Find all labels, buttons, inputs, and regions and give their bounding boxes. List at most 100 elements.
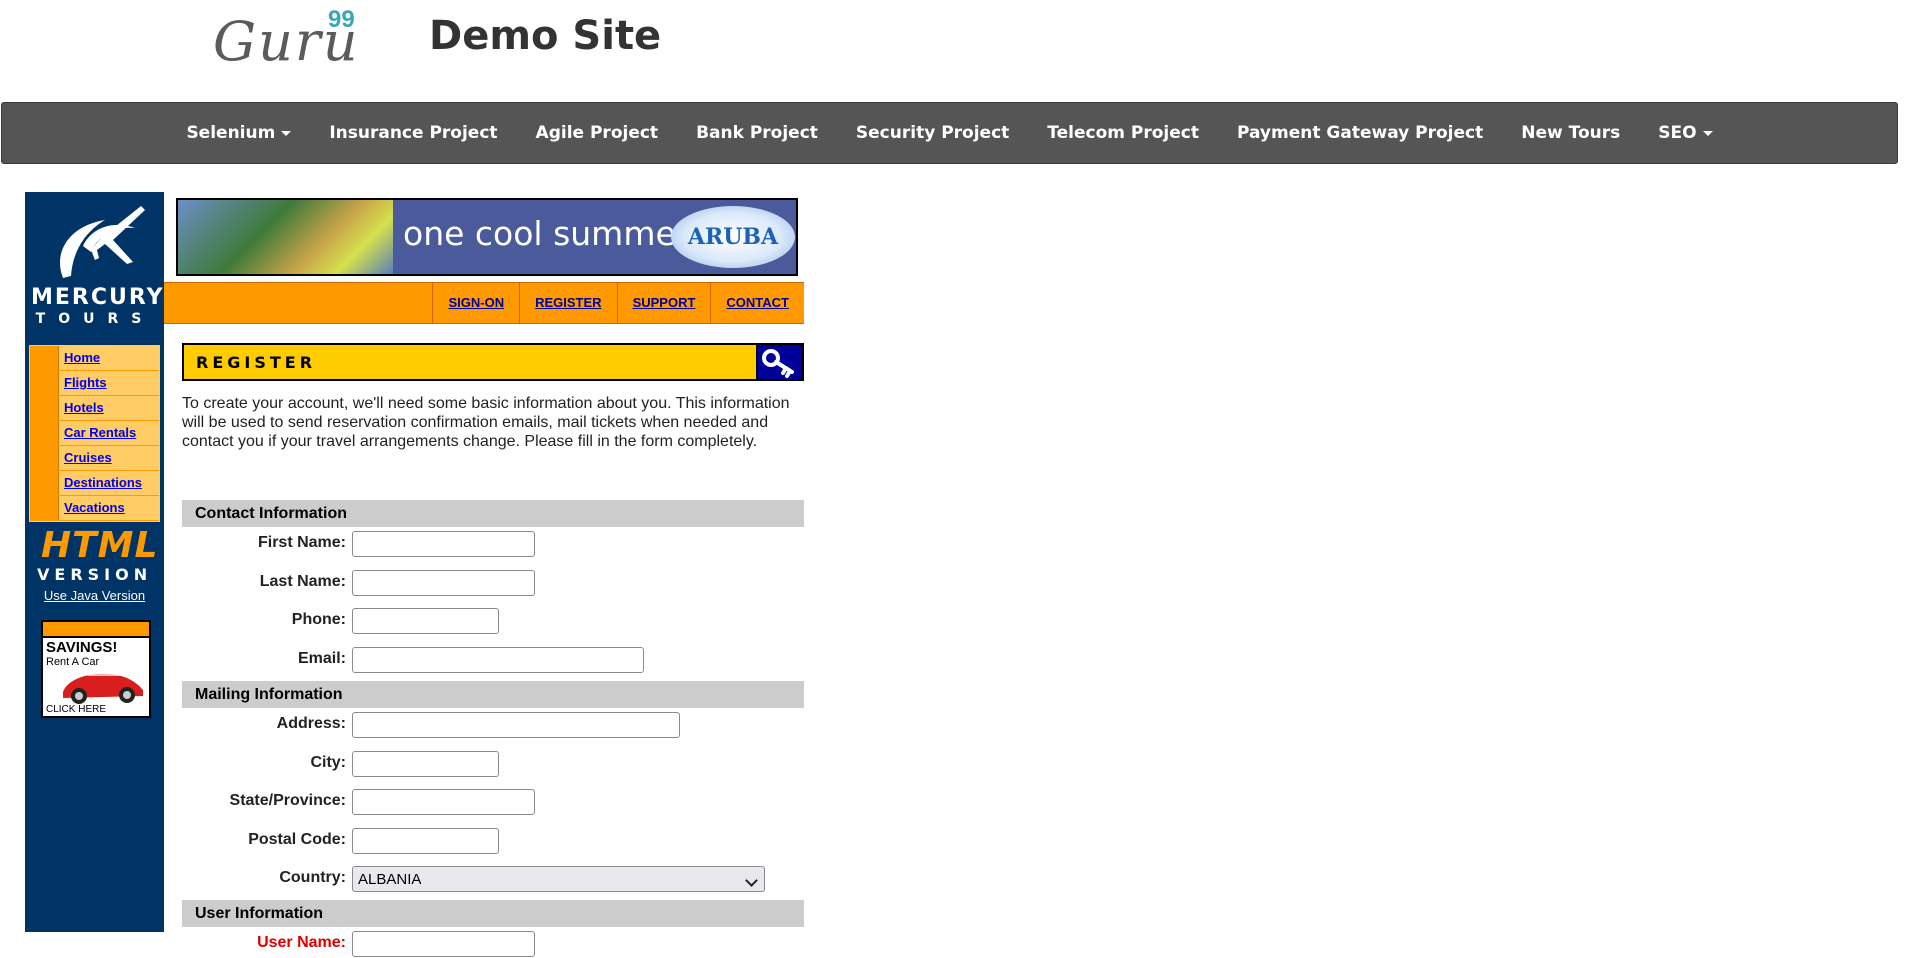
side-nav-item-home[interactable]: Home [30,346,159,371]
nav-item-seo[interactable]: SEO [1639,103,1731,163]
city-field[interactable] [352,751,499,777]
aruba-logo: ARUBA [671,206,795,268]
nav-swatch [30,471,58,495]
nav-item-bank-project[interactable]: Bank Project [677,103,837,163]
mercury-tours-frame: MERCURY TOURS Home Flights Hotels Car Re… [25,192,804,957]
nav-item-selenium[interactable]: Selenium [167,103,310,163]
nav-item-label: Insurance Project [329,123,498,143]
guru99-logo[interactable]: Guru 99 [213,6,363,72]
ad-top-bar [43,622,149,638]
phone-field[interactable] [352,608,499,634]
user-name-field[interactable] [352,931,535,957]
caret-down-icon [281,130,292,136]
logo-superscript: 99 [328,6,355,33]
nav-item-label: SEO [1658,123,1697,143]
side-nav-item-cruises[interactable]: Cruises [30,446,159,471]
city-row: City: [182,748,804,778]
mercury-sidebar: MERCURY TOURS Home Flights Hotels Car Re… [25,192,164,932]
user-name-row: User Name: [182,928,804,958]
side-nav-item-car-rentals[interactable]: Car Rentals [30,421,159,446]
side-nav-link[interactable]: Car Rentals [58,421,159,445]
section-user-information: User Information [182,900,804,927]
side-nav: Home Flights Hotels Car Rentals Cruises … [29,345,160,522]
address-label: Address: [276,715,346,732]
nav-swatch [30,346,58,370]
nav-swatch [30,496,58,520]
site-title: Demo Site [429,13,662,59]
html-version-logo: HTML VERSION [37,524,159,586]
top-nav-sign-on[interactable]: SIGN-ON [432,283,519,323]
nav-item-label: Agile Project [535,123,659,143]
nav-item-telecom-project[interactable]: Telecom Project [1028,103,1218,163]
nav-swatch [30,421,58,445]
nav-swatch [30,371,58,395]
email-field[interactable] [352,647,644,673]
banner-photo [178,200,393,274]
ad-click-here: CLICK HERE [46,704,107,715]
red-car-icon [63,671,143,704]
mercury-tours-logo[interactable]: MERCURY TOURS [31,198,165,328]
nav-item-insurance-project[interactable]: Insurance Project [310,103,516,163]
side-nav-link[interactable]: Vacations [58,496,159,520]
side-nav-link[interactable]: Flights [58,371,159,395]
first-name-row: First Name: [182,528,804,558]
html-version-line2: VERSION [37,565,153,584]
nav-item-label: Security Project [855,123,1010,143]
country-select[interactable]: ALBANIA [352,866,765,892]
side-nav-item-destinations[interactable]: Destinations [30,471,159,496]
banner-text: one cool summer [403,214,690,253]
key-icon [762,349,794,378]
aruba-logo-text: ARUBA [687,224,779,250]
user-name-label: User Name: [257,934,346,951]
phone-label: Phone: [291,611,346,628]
nav-item-label: Bank Project [696,123,818,143]
nav-item-new-tours[interactable]: New Tours [1502,103,1639,163]
register-intro: To create your account, we'll need some … [182,395,790,450]
postal-code-label: Postal Code: [248,831,346,848]
top-nav-register[interactable]: REGISTER [519,283,616,323]
caret-down-icon [1702,130,1713,136]
email-label: Email: [297,650,346,667]
mercury-top-nav: SIGN-ON REGISTER SUPPORT CONTACT [164,282,804,324]
side-nav-link[interactable]: Home [58,346,159,370]
top-nav-support[interactable]: SUPPORT [616,283,711,323]
key-icon-box [756,345,802,379]
country-label: Country: [279,869,346,886]
country-row: Country: ALBANIA [182,863,804,893]
postal-code-field[interactable] [352,828,499,854]
nav-item-label: Payment Gateway Project [1236,123,1484,143]
city-label: City: [310,754,346,771]
side-nav-item-hotels[interactable]: Hotels [30,396,159,421]
state-label: State/Province: [229,792,346,809]
side-nav-link[interactable]: Destinations [58,471,159,495]
email-row: Email: [182,644,804,674]
mercury-logo-line2: TOURS [35,311,155,327]
phone-row: Phone: [182,605,804,635]
nav-item-payment-gateway-project[interactable]: Payment Gateway Project [1218,103,1502,163]
last-name-row: Last Name: [182,567,804,597]
top-nav-contact[interactable]: CONTACT [710,283,804,323]
address-row: Address: [182,709,804,739]
side-nav-item-vacations[interactable]: Vacations [30,496,159,521]
nav-item-label: New Tours [1521,123,1621,143]
side-nav-item-flights[interactable]: Flights [30,371,159,396]
nav-swatch [30,396,58,420]
aruba-banner[interactable]: one cool summer ARUBA [176,198,798,276]
nav-item-agile-project[interactable]: Agile Project [517,103,678,163]
main-navbar: Selenium Insurance Project Agile Project… [1,102,1898,164]
side-nav-link[interactable]: Hotels [58,396,159,420]
mercury-logo-line1: MERCURY [31,285,165,310]
state-row: State/Province: [182,786,804,816]
rent-a-car-ad[interactable]: SAVINGS! Rent A Car CLICK HERE [41,620,151,718]
postal-code-row: Postal Code: [182,825,804,855]
html-version-line1: HTML [41,525,159,566]
side-nav-link[interactable]: Cruises [58,446,159,470]
site-header: Guru 99 Demo Site [0,0,1920,102]
first-name-field[interactable] [352,531,535,557]
nav-item-security-project[interactable]: Security Project [837,103,1028,163]
airplane-icon [59,206,145,278]
state-province-field[interactable] [352,789,535,815]
last-name-field[interactable] [352,570,535,596]
address-field[interactable] [352,712,680,738]
use-java-version-link[interactable]: Use Java Version [25,588,164,603]
